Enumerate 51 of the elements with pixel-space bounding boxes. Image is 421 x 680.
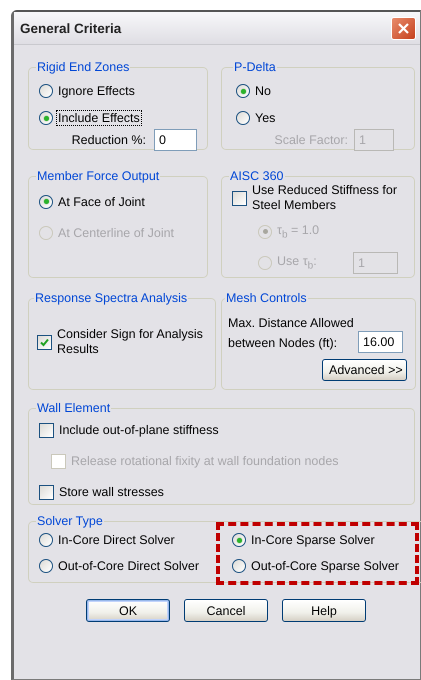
- option-label: Include Effects: [57, 111, 141, 125]
- checkbox-label: Store wall stresses: [59, 485, 164, 500]
- option-label: No: [254, 84, 272, 98]
- option-label: τ$_{b}$ = 1.0: [276, 222, 320, 240]
- group-title: Wall Element: [36, 401, 112, 415]
- group-title: P-Delta: [233, 60, 277, 74]
- check-mark-icon: [40, 338, 49, 346]
- checkbox[interactable]: [39, 485, 54, 500]
- option-label: Ignore Effects: [57, 84, 136, 98]
- dialog-button[interactable]: Cancel: [184, 599, 268, 622]
- option-label: At Face of Joint: [57, 194, 146, 208]
- group-title: Rigid End Zones: [36, 60, 130, 74]
- checkbox-label: Consider Sign for Analysis Results: [57, 327, 204, 357]
- option-label: Yes: [254, 111, 276, 125]
- window-title: General Criteria: [20, 20, 122, 36]
- radio-button[interactable]: [39, 559, 53, 573]
- input-field[interactable]: 0: [154, 129, 197, 151]
- option-label: In-Core Sparse Solver: [250, 533, 376, 547]
- option-label: In-Core Direct Solver: [57, 533, 176, 547]
- field-label: Reduction %:: [72, 133, 146, 147]
- radio-button[interactable]: [236, 111, 250, 125]
- group-title: AISC 360: [229, 169, 285, 183]
- group-title: Response Spectra Analysis: [34, 291, 188, 305]
- group-title: Solver Type: [36, 514, 104, 528]
- checkbox-label: Include out-of-plane stiffness: [59, 423, 219, 438]
- close-button[interactable]: [391, 16, 416, 40]
- group-title: Member Force Output: [36, 169, 160, 183]
- radio-button[interactable]: [232, 533, 246, 547]
- radio-button[interactable]: [232, 559, 246, 573]
- checkbox[interactable]: [232, 190, 247, 206]
- field-label: Max. Distance Allowed between Nodes (ft):: [228, 315, 355, 352]
- checkbox[interactable]: [37, 334, 52, 350]
- option-label: At Centerline of Joint: [57, 226, 176, 240]
- group-title: Mesh Controls: [225, 291, 308, 305]
- field-label: Scale Factor:: [274, 133, 348, 147]
- radio-button[interactable]: [39, 533, 53, 547]
- dialog-button[interactable]: OK: [86, 599, 170, 622]
- dialog-button[interactable]: Help: [282, 599, 366, 622]
- input-field[interactable]: 16.00: [358, 331, 403, 353]
- radio-button[interactable]: [236, 84, 250, 98]
- option-label: Out-of-Core Direct Solver: [57, 559, 200, 573]
- radio-button[interactable]: [39, 111, 53, 125]
- checkbox-label: Release rotational fixity at wall foundation nodes: [71, 454, 339, 469]
- close-icon: [398, 22, 409, 34]
- checkbox-label: Use Reduced Stiffness for Steel Members: [252, 183, 398, 213]
- checkbox[interactable]: [39, 423, 54, 438]
- advanced-button[interactable]: Advanced >>: [322, 359, 407, 381]
- option-label: Use τ$_{b}$:: [276, 254, 318, 272]
- option-label: Out-of-Core Sparse Solver: [250, 559, 400, 573]
- radio-button[interactable]: [39, 84, 53, 98]
- radio-button[interactable]: [39, 194, 53, 208]
